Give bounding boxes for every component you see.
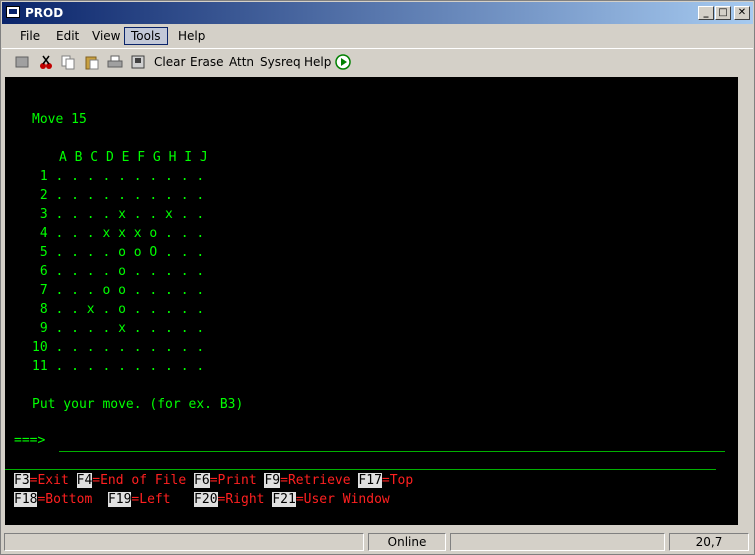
maximize-icon[interactable]: □ — [715, 6, 731, 20]
fkey-f9-label: =Retrieve — [280, 473, 351, 488]
title-bar: PROD _ □ ✕ — [2, 2, 753, 24]
disconnect-icon[interactable] — [14, 54, 30, 70]
minimize-icon[interactable]: _ — [698, 6, 714, 20]
window-title: PROD — [25, 6, 64, 20]
menu-bar: File Edit View Tools Help — [2, 25, 753, 47]
erase-button[interactable]: Erase — [190, 55, 224, 69]
fkey-f9[interactable]: F9 — [264, 473, 281, 488]
board-row: 6 . . . . o . . . . . — [32, 264, 205, 279]
fkey-f18-label: =Bottom — [37, 492, 93, 507]
copy-icon[interactable] — [60, 54, 76, 70]
fkey-f20-label: =Right — [217, 492, 265, 507]
status-message — [4, 533, 364, 551]
play-icon[interactable] — [335, 54, 351, 70]
record-icon[interactable] — [130, 54, 146, 70]
print-icon[interactable] — [107, 54, 123, 70]
terminal-app-icon — [6, 6, 20, 18]
board-row: 9 . . . . x . . . . . — [32, 321, 205, 336]
fkey-f19-label: =Left — [131, 492, 171, 507]
sysreq-button[interactable]: Sysreq — [260, 55, 301, 69]
vertical-scrollbar[interactable] — [738, 77, 751, 525]
connection-status: Online — [368, 533, 446, 551]
board-row: 4 . . . x x x o . . . — [32, 226, 205, 241]
menu-tools[interactable]: Tools — [124, 27, 168, 45]
fkey-f17[interactable]: F17 — [358, 473, 382, 488]
fkey-f6[interactable]: F6 — [194, 473, 210, 488]
menu-edit[interactable]: Edit — [50, 28, 85, 44]
help-button[interactable]: Help — [304, 55, 331, 69]
fkey-f21-label: =User Window — [295, 492, 390, 507]
board-row: 8 . . x . o . . . . . — [32, 302, 205, 317]
fkey-row: F3=Exit F4=End of File F6=Print F9=Retri… — [14, 472, 413, 490]
menu-help[interactable]: Help — [172, 28, 211, 44]
board-row: 2 . . . . . . . . . . — [32, 188, 205, 203]
fkey-f20[interactable]: F20 — [194, 492, 218, 507]
move-counter: Move 15 — [32, 112, 87, 127]
board-row: 10 . . . . . . . . . . — [32, 340, 205, 355]
move-input-field[interactable] — [59, 432, 724, 450]
menu-file[interactable]: File — [14, 28, 46, 44]
board-row: 1 . . . . . . . . . . — [32, 169, 205, 184]
board-row: 3 . . . . x . . x . . — [32, 207, 205, 222]
status-blank — [450, 533, 665, 551]
app-window: PROD _ □ ✕ File Edit View Tools Help Cle… — [0, 0, 755, 555]
fkey-f3[interactable]: F3 — [14, 473, 30, 488]
fkey-f6-label: =Print — [209, 473, 257, 488]
separator-line — [5, 469, 716, 470]
paste-icon[interactable] — [84, 54, 100, 70]
input-prompt: ===> — [14, 433, 46, 448]
fkey-f21[interactable]: F21 — [272, 492, 296, 507]
move-instructions: Put your move. (for ex. B3) — [32, 397, 244, 412]
fkey-f18[interactable]: F18 — [14, 492, 38, 507]
fkey-f3-label: =Exit — [29, 473, 69, 488]
close-icon[interactable]: ✕ — [734, 6, 750, 20]
input-underline — [59, 451, 725, 452]
board-row: 11 . . . . . . . . . . — [32, 359, 205, 374]
cut-icon[interactable] — [38, 54, 54, 70]
menu-view[interactable]: View — [86, 28, 126, 44]
clear-button[interactable]: Clear — [154, 55, 185, 69]
fkey-row: F18=Bottom F19=Left F20=Right F21=User W… — [14, 491, 390, 509]
board-row: 7 . . . o o . . . . . — [32, 283, 205, 298]
toolbar: Clear Erase Attn Sysreq Help — [2, 48, 753, 75]
attn-button[interactable]: Attn — [229, 55, 254, 69]
board-row: 5 . . . . o o O . . . — [32, 245, 205, 260]
board-column-header: A B C D E F G H I J — [59, 150, 208, 165]
status-bar: Online 20,7 — [2, 531, 753, 553]
fkey-f17-label: =Top — [381, 473, 414, 488]
fkey-f19[interactable]: F19 — [107, 492, 132, 507]
fkey-f4[interactable]: F4 — [76, 473, 93, 488]
fkey-f4-label: =End of File — [92, 473, 187, 488]
cursor-position: 20,7 — [669, 533, 749, 551]
terminal-screen[interactable]: Move 15 A B C D E F G H I J 1 . . . . . … — [5, 77, 751, 525]
